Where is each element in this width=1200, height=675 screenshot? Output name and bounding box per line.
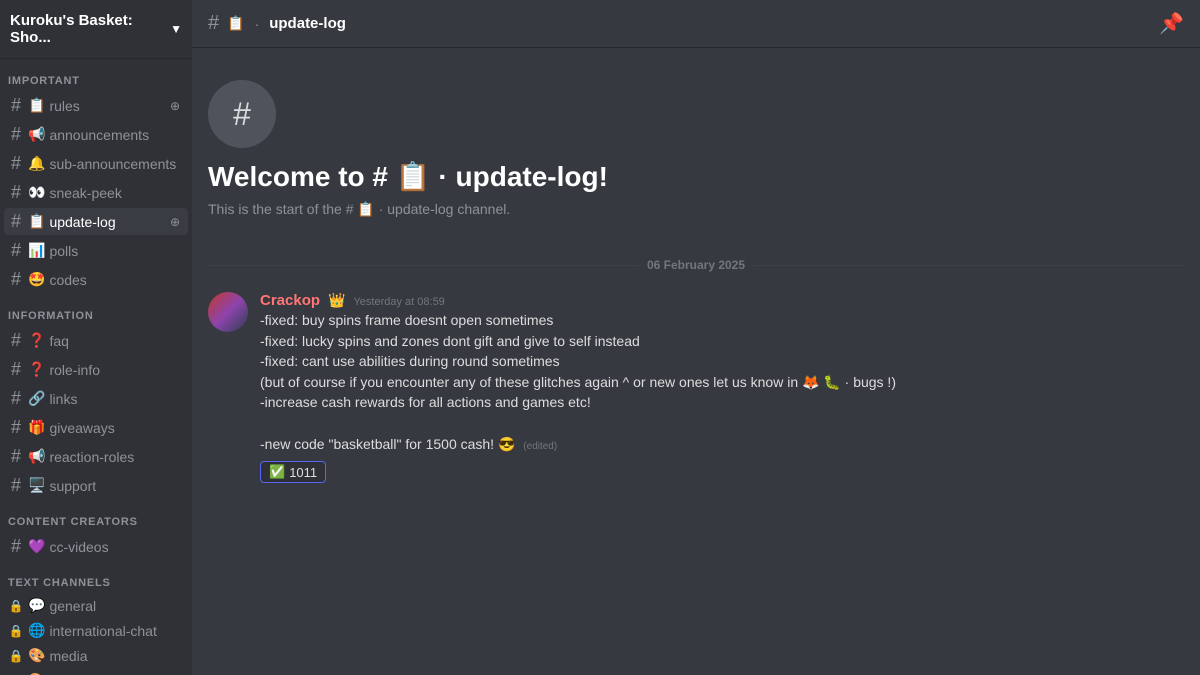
topbar-hash-icon: #: [208, 12, 219, 35]
hash-icon: #: [8, 240, 24, 261]
lock-icon: 🔒: [8, 649, 24, 663]
section-information: INFORMATION: [0, 294, 192, 326]
reaction-emoji: ✅: [269, 464, 285, 480]
channel-sub-announcements[interactable]: # 🔔 sub-announcements: [4, 150, 188, 177]
channel-codes[interactable]: # 🤩 codes: [4, 266, 188, 293]
hash-icon: #: [8, 211, 24, 232]
welcome-section: # Welcome to # 📋 · update-log! This is t…: [192, 64, 1200, 242]
hash-icon: #: [8, 475, 24, 496]
message-content: Crackop 👑 Yesterday at 08:59 -fixed: buy…: [260, 292, 1184, 483]
channel-international-chat[interactable]: 🔒 🌐 international-chat: [4, 619, 188, 642]
channel-announcements[interactable]: # 📢 announcements: [4, 121, 188, 148]
message-timestamp: Yesterday at 08:59: [353, 296, 444, 308]
channel-support[interactable]: # 🖥️ support: [4, 472, 188, 499]
channel-sneak-peek[interactable]: # 👀 sneak-peek: [4, 179, 188, 206]
lock-icon: 🔒: [8, 599, 24, 613]
section-text-channels: TEXT CHANNELS: [0, 561, 192, 593]
welcome-title: Welcome to # 📋 · update-log!: [208, 160, 1184, 193]
message-text: -fixed: buy spins frame doesnt open some…: [260, 311, 1184, 454]
topbar-channel-name: update-log: [269, 15, 346, 32]
welcome-subtitle: This is the start of the # 📋 · update-lo…: [208, 201, 1184, 218]
hash-icon: #: [8, 153, 24, 174]
hash-icon: #: [8, 330, 24, 351]
channel-reaction-roles[interactable]: # 📢 reaction-roles: [4, 443, 188, 470]
hash-icon: #: [8, 269, 24, 290]
server-dropdown-icon: ▼: [170, 22, 182, 36]
channel-role-info[interactable]: # ❓ role-info: [4, 356, 188, 383]
topbar-separator: ·: [255, 16, 260, 32]
date-divider: 06 February 2025: [208, 258, 1184, 272]
hash-icon: #: [8, 388, 24, 409]
server-name: Kuroku's Basket: Sho...: [10, 12, 164, 46]
add-icon: ⊕: [170, 99, 180, 113]
channel-links[interactable]: # 🔗 links: [4, 385, 188, 412]
edited-tag: (edited): [523, 441, 557, 452]
crown-icon: 👑: [328, 292, 345, 309]
pins-icon: 📌: [1159, 11, 1184, 36]
channel-general[interactable]: 🔒 💬 general: [4, 594, 188, 617]
channel-cc-videos[interactable]: # 💜 cc-videos: [4, 533, 188, 560]
message: Crackop 👑 Yesterday at 08:59 -fixed: buy…: [192, 288, 1200, 487]
reaction-count: 1011: [289, 465, 317, 480]
main-content: # 📋 · update-log 📌 # Welcome to # 📋 · up…: [192, 0, 1200, 675]
hash-icon: #: [8, 124, 24, 145]
avatar: [208, 292, 248, 332]
channel-update-log[interactable]: # 📋 update-log ⊕: [4, 208, 188, 235]
hash-icon: #: [8, 359, 24, 380]
hash-icon: #: [8, 182, 24, 203]
channel-polls[interactable]: # 📊 polls: [4, 237, 188, 264]
sidebar: Kuroku's Basket: Sho... ▼ IMPORTANT # 📋 …: [0, 0, 192, 675]
topbar-actions: 📌: [1159, 11, 1184, 36]
channel-faq[interactable]: # ❓ faq: [4, 327, 188, 354]
hash-symbol: #: [233, 96, 251, 133]
channel-media[interactable]: 🔒 🎨 media: [4, 644, 188, 667]
username: Crackop: [260, 292, 320, 309]
hash-icon: #: [8, 95, 24, 116]
channel-giveaways[interactable]: # 🎁 giveaways: [4, 414, 188, 441]
reaction-checkmark[interactable]: ✅ 1011: [260, 461, 326, 483]
topbar-channel-emoji: 📋: [227, 15, 244, 32]
hash-icon: #: [8, 536, 24, 557]
hash-icon: #: [8, 417, 24, 438]
hash-icon: #: [8, 446, 24, 467]
message-header: Crackop 👑 Yesterday at 08:59: [260, 292, 1184, 309]
section-content-creators: CONTENT CREATORS: [0, 500, 192, 532]
topbar: # 📋 · update-log 📌: [192, 0, 1200, 48]
channel-fan-art[interactable]: 🔒 🎨 fan-art: [4, 669, 188, 675]
lock-icon: 🔒: [8, 624, 24, 638]
messages-area[interactable]: # Welcome to # 📋 · update-log! This is t…: [192, 48, 1200, 675]
add-icon: ⊕: [170, 215, 180, 229]
section-important: IMPORTANT: [0, 59, 192, 91]
reactions-area: ✅ 1011: [260, 455, 1184, 483]
channel-rules[interactable]: # 📋 rules ⊕: [4, 92, 188, 119]
server-header[interactable]: Kuroku's Basket: Sho... ▼: [0, 0, 192, 59]
welcome-icon: #: [208, 80, 276, 148]
